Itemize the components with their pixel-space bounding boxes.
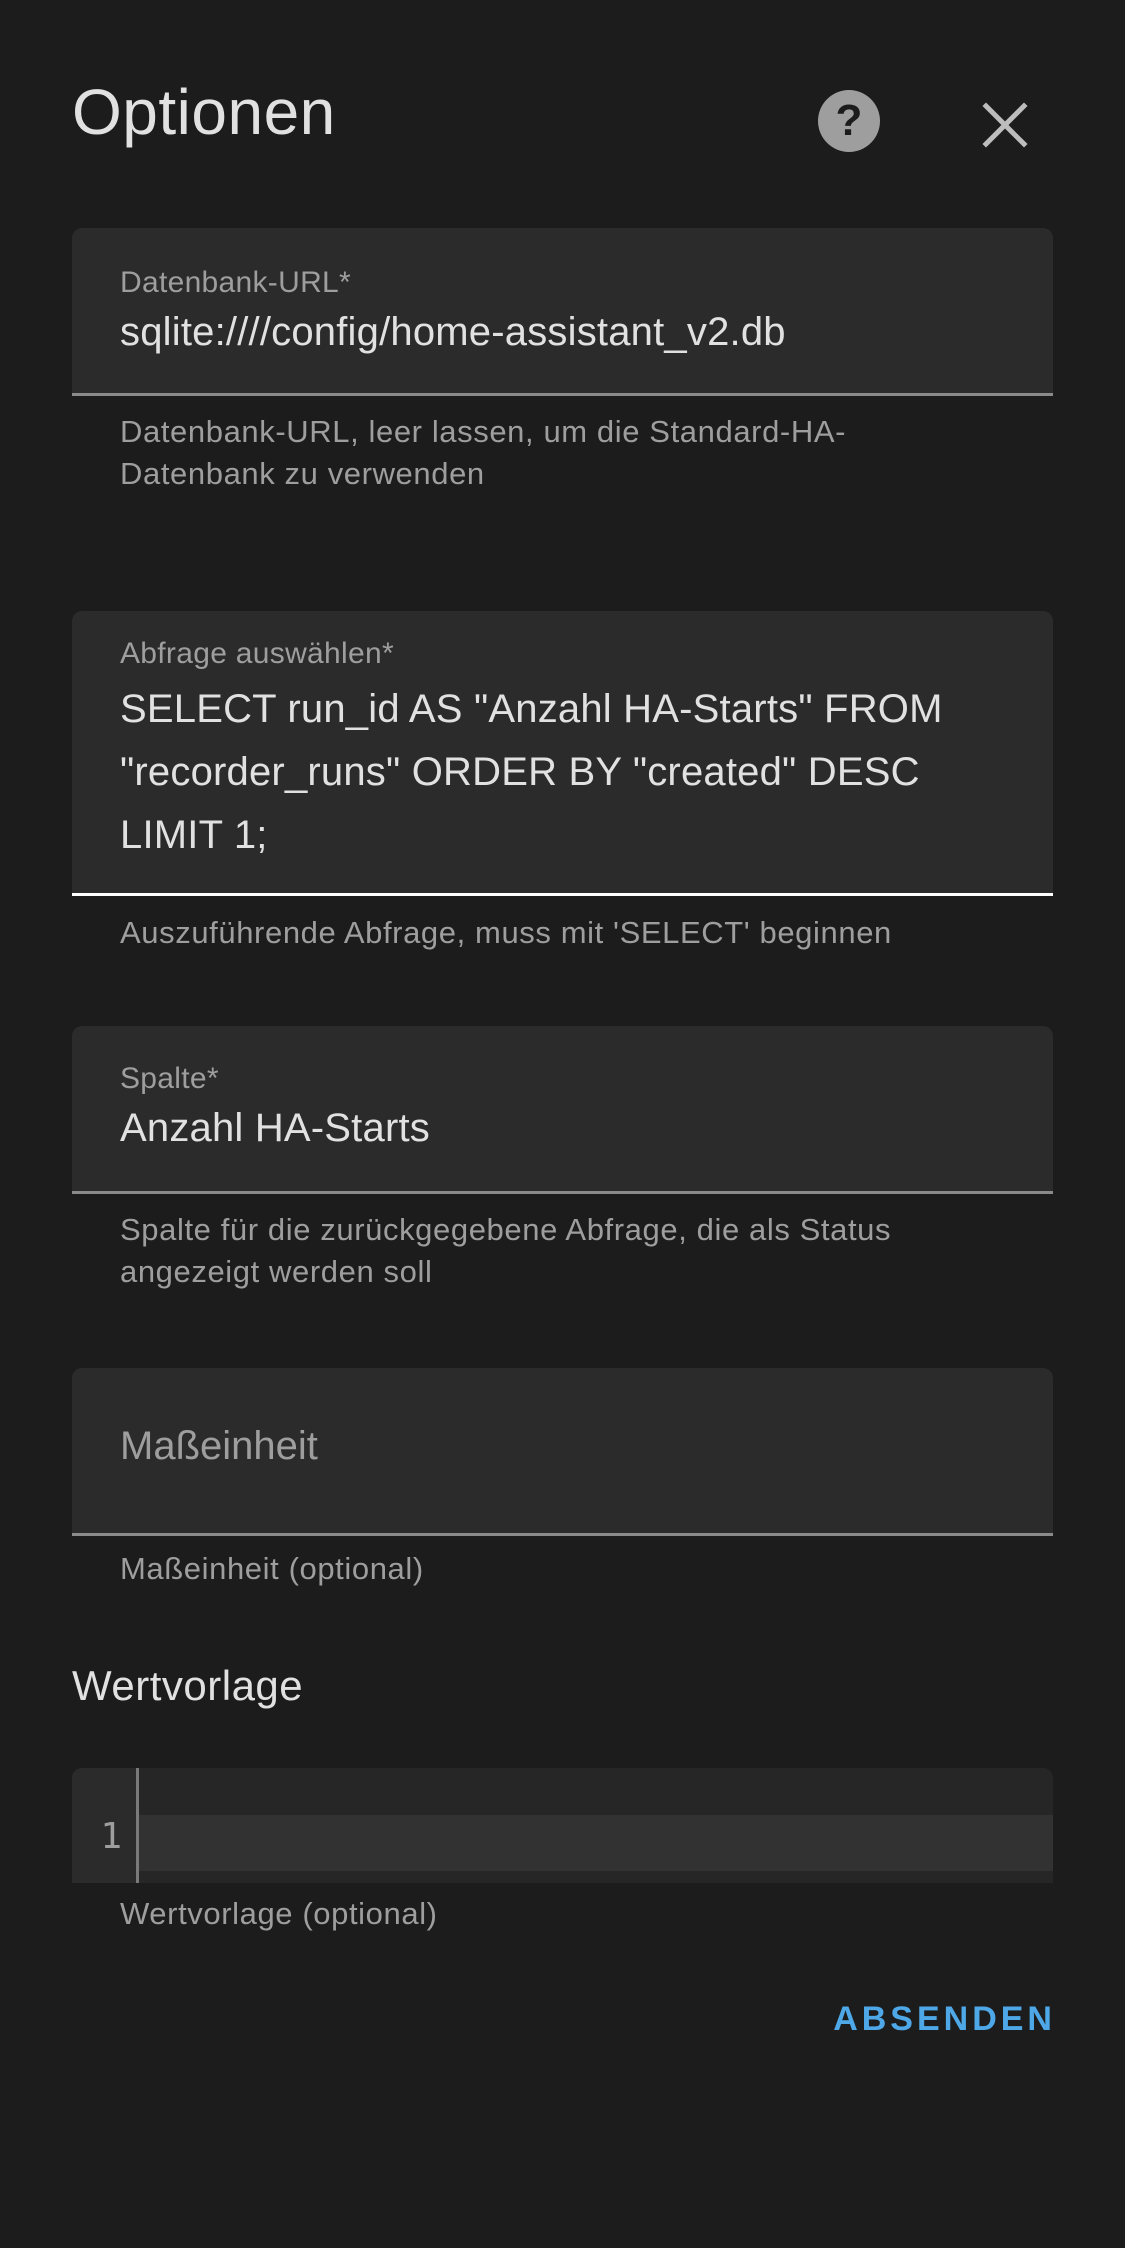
query-value-line-3: LIMIT 1; xyxy=(120,813,268,857)
column-field[interactable]: Spalte* Anzahl HA-Starts xyxy=(72,1026,1053,1194)
query-helper: Auszuführende Abfrage, muss mit 'SELECT'… xyxy=(120,915,892,950)
query-value-line-2: "recorder_runs" ORDER BY "created" DESC xyxy=(120,750,920,794)
column-helper: Spalte für die zurückgegebene Abfrage, d… xyxy=(120,1212,892,1289)
template-helper: Wertvorlage (optional) xyxy=(120,1896,438,1931)
editor-gutter: 1 xyxy=(72,1768,136,1883)
unit-helper: Maßeinheit (optional) xyxy=(120,1551,424,1586)
database-url-value: sqlite:////config/home-assistant_v2.db xyxy=(120,310,786,354)
template-code-editor[interactable]: 1 xyxy=(72,1768,1053,1883)
query-value-line-1: SELECT run_id AS "Anzahl HA-Starts" FROM xyxy=(120,687,943,731)
column-value: Anzahl HA-Starts xyxy=(120,1106,430,1150)
line-number: 1 xyxy=(100,1816,122,1857)
submit-button[interactable]: ABSENDEN xyxy=(826,2000,1056,2050)
close-icon[interactable] xyxy=(970,90,1040,160)
database-url-helper: Datenbank-URL, leer lassen, um die Stand… xyxy=(120,414,847,491)
query-label: Abfrage auswählen* xyxy=(120,637,394,670)
active-line-highlight xyxy=(139,1815,1053,1871)
options-dialog: Optionen ? Datenbank-URL* sqlite:////con… xyxy=(0,0,1125,2248)
query-field[interactable]: Abfrage auswählen* SELECT run_id AS "Anz… xyxy=(72,611,1053,896)
database-url-label: Datenbank-URL* xyxy=(120,266,351,299)
column-label: Spalte* xyxy=(120,1062,219,1095)
unit-placeholder: Maßeinheit xyxy=(120,1424,318,1468)
database-url-field[interactable]: Datenbank-URL* sqlite:////config/home-as… xyxy=(72,228,1053,396)
template-section-title: Wertvorlage xyxy=(72,1662,304,1709)
unit-field[interactable]: Maßeinheit xyxy=(72,1368,1053,1536)
dialog-title: Optionen xyxy=(72,76,336,148)
help-icon[interactable]: ? xyxy=(818,90,880,152)
